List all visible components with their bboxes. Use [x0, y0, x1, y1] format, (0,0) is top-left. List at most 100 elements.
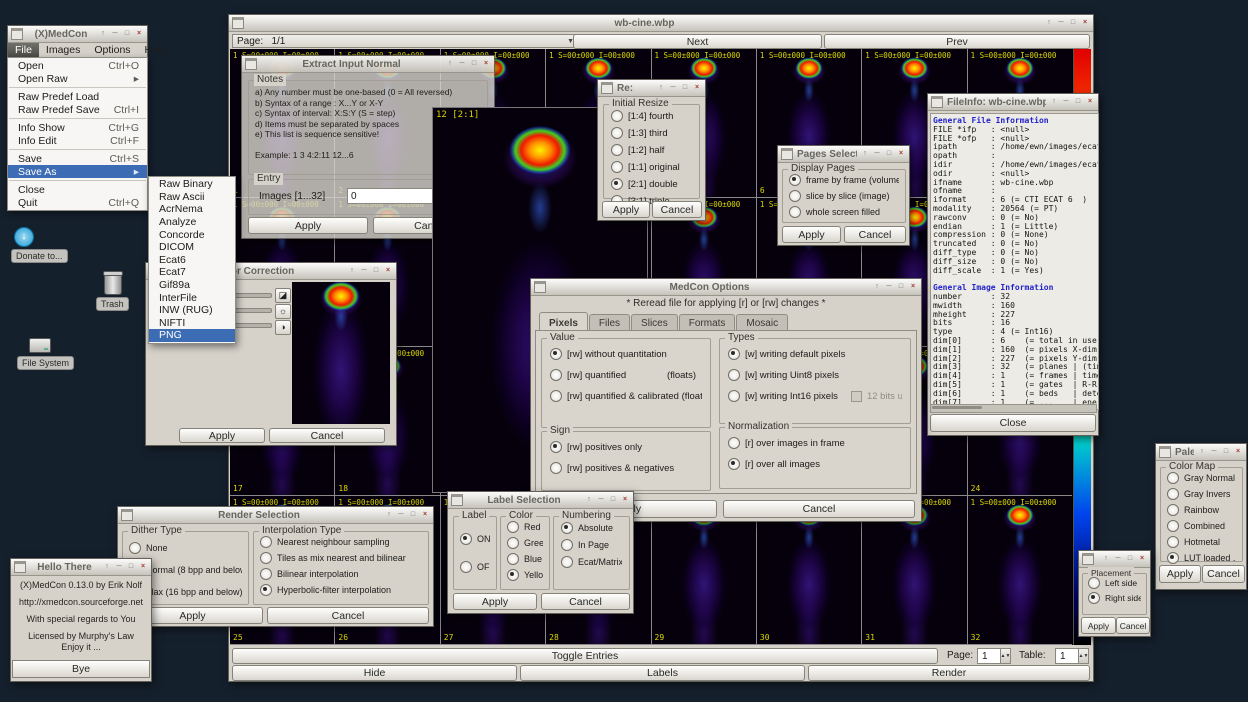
radio-option-green[interactable]: Green	[507, 537, 543, 549]
close-button[interactable]: ×	[1080, 18, 1090, 28]
maximize-button[interactable]: □	[126, 562, 136, 572]
cancel-button[interactable]: Cancel	[269, 428, 385, 443]
tab-files[interactable]: Files	[589, 314, 630, 331]
radio-option-rw-quantified[interactable]: [rw] quantified(floats)	[550, 369, 702, 381]
titlebar[interactable]: Pale ↑─□×	[1156, 444, 1246, 461]
radio-option-w-writing-uint8-pixels[interactable]: [w] writing Uint8 pixels	[728, 369, 902, 381]
radio-option-in-page[interactable]: In Page	[561, 539, 622, 551]
submenu-item-concorde[interactable]: Concorde	[149, 228, 235, 241]
desktop-icon-trash[interactable]: Trash	[96, 297, 129, 311]
radio-option-r-over-images-in-frame[interactable]: [r] over images in frame	[728, 437, 902, 449]
radio-option-gray-normal[interactable]: Gray Normal	[1167, 472, 1236, 484]
close-button[interactable]: Close	[930, 414, 1096, 432]
submenu-item-analyze[interactable]: Analyze	[149, 216, 235, 229]
menu-item-raw-predef-load[interactable]: Raw Predef Load	[8, 90, 147, 103]
titlebar[interactable]: wb-cine.wbp ↑─□×	[229, 15, 1093, 32]
minimize-button[interactable]: ─	[884, 282, 894, 292]
radio-option-1-4-fourth[interactable]: [1:4] fourth	[611, 110, 692, 122]
file-system-icon[interactable]	[29, 338, 51, 353]
menu-images[interactable]: Images	[39, 43, 87, 57]
maximize-button[interactable]: □	[1125, 554, 1135, 564]
maximize-button[interactable]: □	[896, 282, 906, 292]
labels-button[interactable]: Labels	[520, 665, 805, 681]
horizontal-scrollbar[interactable]	[930, 404, 1097, 413]
minimize-button[interactable]: ─	[1061, 97, 1071, 107]
maximize-button[interactable]: □	[122, 29, 132, 39]
shade-button[interactable]: ↑	[656, 83, 666, 93]
maximize-button[interactable]: □	[1068, 18, 1078, 28]
tab-pixels[interactable]: Pixels	[539, 312, 588, 331]
close-button[interactable]: ×	[420, 510, 430, 520]
cancel-button[interactable]: Cancel	[267, 607, 429, 624]
minimize-button[interactable]: ─	[1056, 18, 1066, 28]
minimize-button[interactable]: ─	[396, 510, 406, 520]
radio-option-none[interactable]: None	[129, 542, 242, 554]
apply-button[interactable]: Apply	[1159, 565, 1201, 583]
shade-button[interactable]: ↑	[860, 149, 870, 159]
shade-button[interactable]: ↑	[102, 562, 112, 572]
page-spinner[interactable]: 1 ▲▼	[977, 648, 1011, 664]
submenu-item-raw-binary[interactable]: Raw Binary	[149, 178, 235, 191]
maximize-button[interactable]: □	[408, 510, 418, 520]
shade-button[interactable]: ↑	[445, 59, 455, 69]
close-button[interactable]: ×	[620, 495, 630, 505]
donate-arrow-icon[interactable]: ↓	[14, 227, 34, 247]
spinner-arrows-icon[interactable]: ▲▼	[1078, 649, 1088, 663]
menu-item-save[interactable]: SaveCtrl+S	[8, 152, 147, 165]
close-button[interactable]: ×	[383, 266, 393, 276]
page-combo[interactable]: Page: 1/1 ▼	[232, 34, 579, 48]
submenu-item-ecat7[interactable]: Ecat7	[149, 266, 235, 279]
maximize-button[interactable]: □	[1221, 447, 1231, 457]
radio-option-absolute[interactable]: Absolute	[561, 522, 622, 534]
maximize-button[interactable]: □	[371, 266, 381, 276]
radio-option-nearest-neighbour-sampling[interactable]: Nearest neighbour sampling	[260, 536, 422, 548]
radio-option-combined[interactable]: Combined	[1167, 520, 1236, 532]
radio-option-on[interactable]: ON	[460, 533, 490, 545]
radio-option-blue[interactable]: Blue	[507, 553, 543, 565]
titlebar[interactable]: I ↑─□×	[1079, 551, 1150, 568]
radio-option-2-1-double[interactable]: [2:1] double	[611, 178, 692, 190]
close-button[interactable]: ×	[908, 282, 918, 292]
menu-item-save-as[interactable]: Save As▸	[8, 165, 147, 178]
minimize-button[interactable]: ─	[668, 83, 678, 93]
radio-option-off[interactable]: OFF	[460, 561, 490, 573]
apply-button[interactable]: Apply	[248, 217, 368, 234]
cancel-button[interactable]: Cancel	[844, 226, 906, 243]
close-button[interactable]: ×	[138, 562, 148, 572]
close-button[interactable]: ×	[1137, 554, 1147, 564]
close-button[interactable]: ×	[692, 83, 702, 93]
menu-options[interactable]: Options	[87, 43, 137, 57]
minimize-button[interactable]: ─	[872, 149, 882, 159]
image-cell[interactable]: 1 S=00±000 I=00±00032	[968, 496, 1072, 644]
radio-option-rw-positives-negatives[interactable]: [rw] positives & negatives	[550, 462, 702, 474]
radio-option-hotmetal[interactable]: Hotmetal	[1167, 536, 1236, 548]
submenu-item-nifti[interactable]: NIFTI	[149, 317, 235, 330]
titlebar[interactable]: FileInfo: wb-cine.wbp ↑─□×	[928, 94, 1098, 111]
cancel-button[interactable]: Cancel	[541, 593, 630, 610]
minimize-button[interactable]: ─	[359, 266, 369, 276]
maximize-button[interactable]: □	[469, 59, 479, 69]
apply-button[interactable]: Apply	[602, 201, 650, 218]
checkbox-icon[interactable]	[851, 391, 862, 402]
bye-button[interactable]: Bye	[12, 660, 150, 678]
next-button[interactable]: Next	[573, 34, 822, 49]
minimize-button[interactable]: ─	[110, 29, 120, 39]
shade-button[interactable]: ↑	[1049, 97, 1059, 107]
menu-item-info-edit[interactable]: Info EditCtrl+F	[8, 134, 147, 147]
maximize-button[interactable]: □	[608, 495, 618, 505]
close-button[interactable]: ×	[1233, 447, 1243, 457]
radio-option-w-writing-int16-pixels[interactable]: [w] writing Int16 pixels12 bits used	[728, 390, 902, 402]
minimize-button[interactable]: ─	[1209, 447, 1219, 457]
shade-button[interactable]: ↑	[1101, 554, 1111, 564]
submenu-item-inw-rug[interactable]: INW (RUG)	[149, 304, 235, 317]
menu-item-open[interactable]: OpenCtrl+O	[8, 59, 147, 72]
submenu-item-dicom[interactable]: DICOM	[149, 241, 235, 254]
titlebar[interactable]: MedCon Options ↑─□×	[531, 279, 921, 296]
menu-item-close[interactable]: Close	[8, 183, 147, 196]
radio-option-1-3-third[interactable]: [1:3] third	[611, 127, 692, 139]
menu-help[interactable]: Help	[138, 43, 174, 57]
gamma-icon[interactable]: ◪	[275, 288, 291, 303]
cancel-button[interactable]: Cancel	[1202, 565, 1245, 583]
toggle-entries-button[interactable]: Toggle Entries	[232, 648, 938, 664]
radio-option-lut-loaded[interactable]: LUT loaded ...	[1167, 552, 1236, 564]
